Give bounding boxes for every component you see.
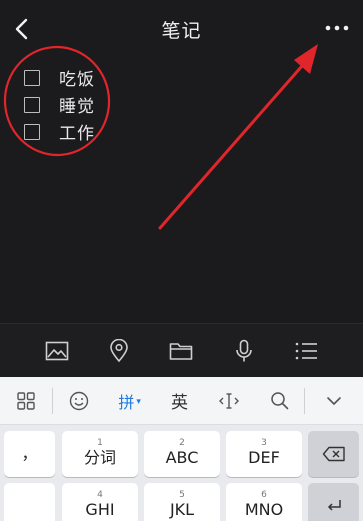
checklist-item[interactable]: 吃饭 [24, 64, 95, 91]
key-1[interactable]: 1 分词 [62, 431, 138, 477]
folder-icon [170, 342, 193, 360]
grid-icon [17, 391, 35, 410]
punctuation-key-2[interactable] [4, 483, 55, 521]
key-label: GHI [85, 500, 115, 519]
key-5[interactable]: 5 JKL [144, 483, 220, 521]
checkbox[interactable] [24, 96, 40, 113]
checkbox[interactable] [24, 123, 40, 140]
checklist-item-label[interactable]: 睡觉 [59, 92, 95, 117]
key-label: ， [21, 444, 38, 463]
english-label: 英 [171, 393, 188, 413]
microphone-icon [235, 339, 252, 361]
insert-location-button[interactable] [102, 334, 136, 368]
insert-folder-button[interactable] [164, 334, 198, 368]
cursor-button[interactable] [204, 377, 254, 425]
key-6[interactable]: 6 MNO [226, 483, 302, 521]
search-icon [270, 392, 289, 410]
key-4[interactable]: 4 GHI [62, 483, 138, 521]
emoji-button[interactable] [53, 377, 105, 425]
annotation-arrow-line [158, 64, 304, 230]
key-number: 3 [261, 438, 267, 448]
header-bar: 笔记 [0, 0, 363, 58]
key-label: ABC [165, 448, 199, 467]
english-mode-button[interactable]: 英 [155, 377, 205, 425]
key-number: 4 [97, 490, 103, 500]
key-label: MNO [244, 500, 284, 519]
key-label: DEF [248, 448, 280, 467]
soft-keyboard: 拼 ▾ 英 ， 1 分词 2 ABC 3 DEF 4 GHI 5 JKL 6 M… [0, 377, 363, 521]
location-icon [110, 338, 129, 362]
emoji-icon [69, 391, 88, 410]
pinyin-label: 拼 [118, 392, 135, 412]
voice-input-button[interactable] [227, 334, 261, 368]
checklist-item[interactable]: 睡觉 [24, 91, 95, 118]
editor-toolbar [0, 323, 363, 377]
backspace-key[interactable] [308, 431, 359, 477]
page-title: 笔记 [161, 20, 202, 42]
key-number: 5 [179, 490, 185, 500]
checklist: 吃饭 睡觉 工作 [24, 64, 95, 145]
keyboard-menu-button[interactable] [0, 377, 52, 425]
key-3[interactable]: 3 DEF [226, 431, 302, 477]
checklist-item-label[interactable]: 吃饭 [59, 65, 95, 90]
checklist-item-label[interactable]: 工作 [59, 119, 95, 144]
key-label: 分词 [83, 448, 116, 467]
clear-key[interactable] [308, 483, 359, 521]
list-icon [295, 342, 317, 359]
checklist-item[interactable]: 工作 [24, 118, 95, 145]
backspace-icon [322, 446, 345, 462]
image-icon [45, 341, 69, 360]
more-options-button[interactable] [323, 18, 351, 38]
insert-image-button[interactable] [40, 334, 74, 368]
key-number: 1 [97, 438, 103, 448]
key-2[interactable]: 2 ABC [144, 431, 220, 477]
chevron-down-icon [327, 396, 341, 405]
insert-list-button[interactable] [289, 334, 323, 368]
key-label: JKL [169, 500, 195, 519]
pinyin-mode-button[interactable]: 拼 ▾ [105, 377, 155, 425]
checkbox[interactable] [24, 69, 40, 86]
keyboard-toolbar: 拼 ▾ 英 [0, 377, 363, 425]
search-button[interactable] [254, 377, 304, 425]
chevron-down-icon: ▾ [136, 396, 141, 407]
return-icon [327, 500, 341, 511]
text-cursor-icon [219, 392, 240, 409]
more-dots-icon [325, 25, 349, 31]
hide-keyboard-button[interactable] [305, 377, 363, 425]
key-number: 6 [261, 490, 267, 500]
punctuation-key[interactable]: ， [4, 431, 55, 477]
key-number: 2 [179, 438, 185, 448]
